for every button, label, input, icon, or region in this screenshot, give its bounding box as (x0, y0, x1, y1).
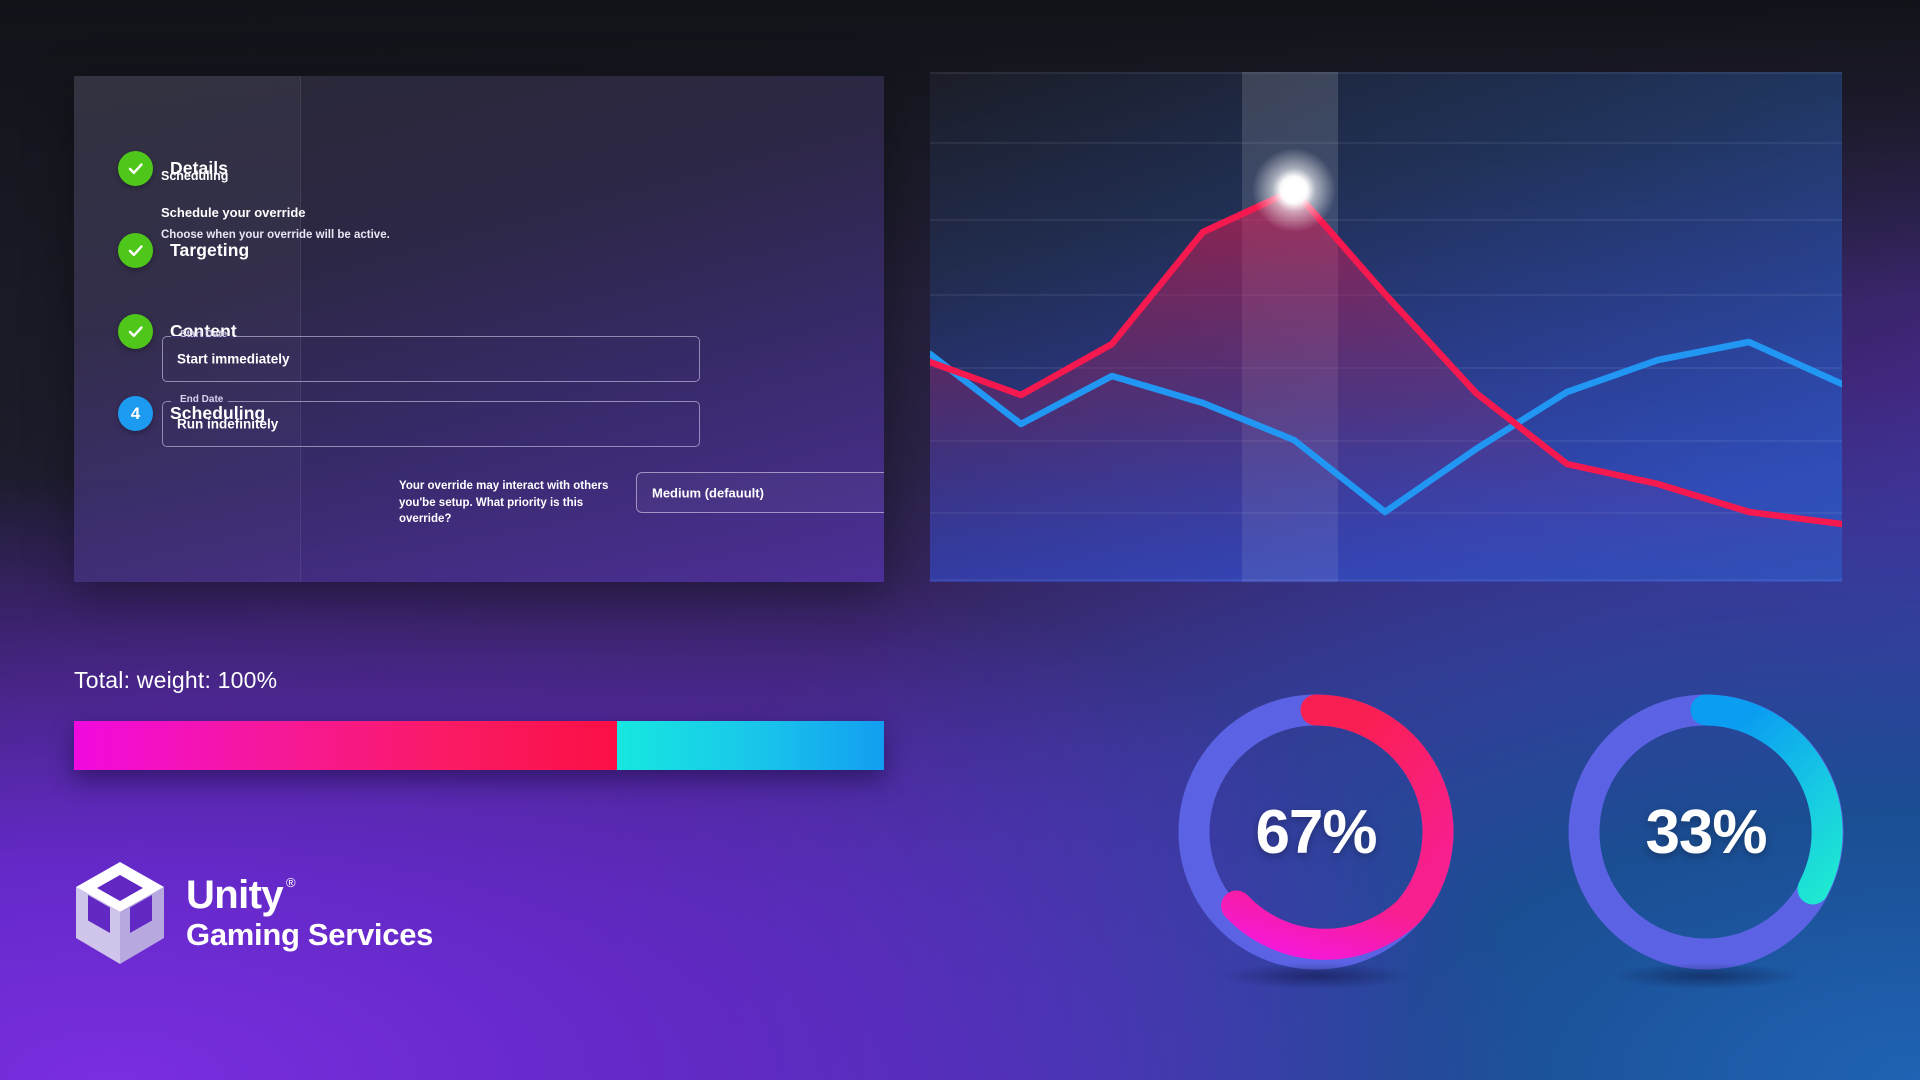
unity-wordmark: Unity ® Gaming Services (186, 874, 433, 953)
performance-line-chart (930, 72, 1842, 582)
donut-value-label: 67% (1255, 797, 1377, 867)
step-number: 4 (130, 404, 141, 423)
priority-question-label: Your override may interact with others y… (399, 480, 609, 525)
priority-select-value: Medium (defauult) (652, 485, 764, 500)
weight-total-label: Total: weight: 100% (74, 667, 278, 693)
donut-value-label: 33% (1645, 797, 1767, 867)
line-chart-svg (930, 72, 1842, 582)
step-status-active-4: 4 (118, 396, 153, 431)
end-date-legend: End Date (180, 394, 224, 405)
end-date-field[interactable]: End Date Run indefinitely (162, 394, 700, 447)
step-status-done-2 (118, 233, 153, 268)
start-date-value: Start immediately (177, 351, 290, 367)
section-subtitle: Choose when your override will be active… (161, 229, 390, 241)
check-icon (128, 163, 143, 175)
page-title: Scheduling (161, 169, 229, 183)
section-heading: Schedule your override (161, 205, 306, 220)
weight-distribution-bar (74, 721, 884, 770)
weight-segment-cyan[interactable] (616, 721, 884, 770)
step-status-done-3 (118, 314, 153, 349)
unity-cube-icon (76, 862, 164, 964)
unity-name: Unity (186, 872, 284, 917)
check-icon (128, 245, 143, 257)
donut-chart-33: 33% (1556, 682, 1856, 994)
donut-chart-67: 67% (1166, 682, 1466, 994)
override-wizard-card: Details Targeting Content 4 Scheduling S… (74, 76, 884, 582)
weight-segment-pink[interactable] (74, 721, 617, 770)
end-date-value: Run indefinitely (177, 416, 279, 432)
chart-plot-area (930, 72, 1842, 582)
sidebar-item-label: Targeting (170, 240, 250, 260)
weight-summary: Total: weight: 100% (74, 667, 884, 770)
start-date-field[interactable]: Start Date Start immediately (162, 329, 700, 382)
priority-select[interactable]: Medium (defauult) (636, 472, 884, 513)
check-icon (128, 326, 143, 338)
unity-subtitle: Gaming Services (186, 916, 434, 952)
start-date-legend: Start Date (180, 329, 228, 340)
unity-gaming-services-logo: Unity ® Gaming Services (76, 862, 433, 964)
registered-trademark-icon: ® (286, 874, 296, 890)
step-status-done-1 (118, 151, 153, 186)
chart-hover-marker-dot[interactable] (1283, 179, 1305, 201)
